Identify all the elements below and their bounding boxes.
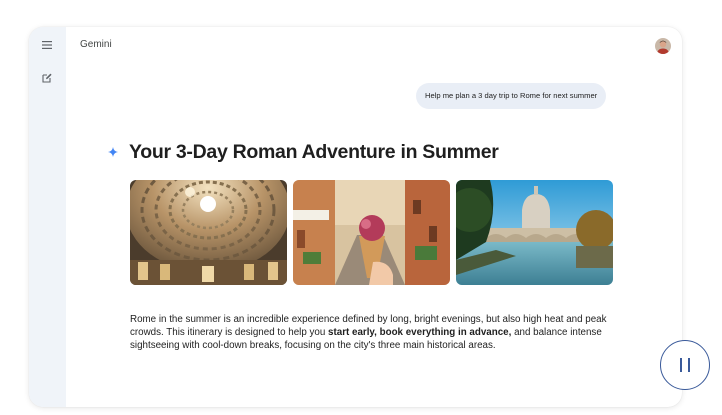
app-title: Gemini bbox=[80, 39, 112, 50]
pantheon-image[interactable] bbox=[130, 180, 287, 285]
sidebar bbox=[29, 27, 66, 407]
main-menu-button[interactable] bbox=[38, 36, 56, 54]
response-title: Your 3-Day Roman Adventure in Summer bbox=[129, 141, 499, 163]
edit-square-icon bbox=[42, 73, 52, 83]
tiber-river-image[interactable] bbox=[456, 180, 613, 285]
pause-icon bbox=[680, 358, 690, 372]
hamburger-menu-icon bbox=[42, 41, 52, 49]
gemini-app-window: Gemini Help me plan a 3 day trip to Rome… bbox=[29, 27, 682, 407]
user-avatar[interactable] bbox=[655, 38, 671, 54]
new-chat-button[interactable] bbox=[38, 69, 56, 87]
paragraph-bold-text: start early, book everything in advance, bbox=[328, 326, 512, 338]
gemini-sparkle-icon bbox=[108, 147, 118, 157]
avatar-image bbox=[655, 38, 671, 54]
pause-button[interactable] bbox=[660, 340, 710, 390]
response-paragraph: Rome in the summer is an incredible expe… bbox=[130, 313, 620, 352]
gelato-street-image[interactable] bbox=[293, 180, 450, 285]
user-prompt-bubble: Help me plan a 3 day trip to Rome for ne… bbox=[416, 83, 607, 109]
